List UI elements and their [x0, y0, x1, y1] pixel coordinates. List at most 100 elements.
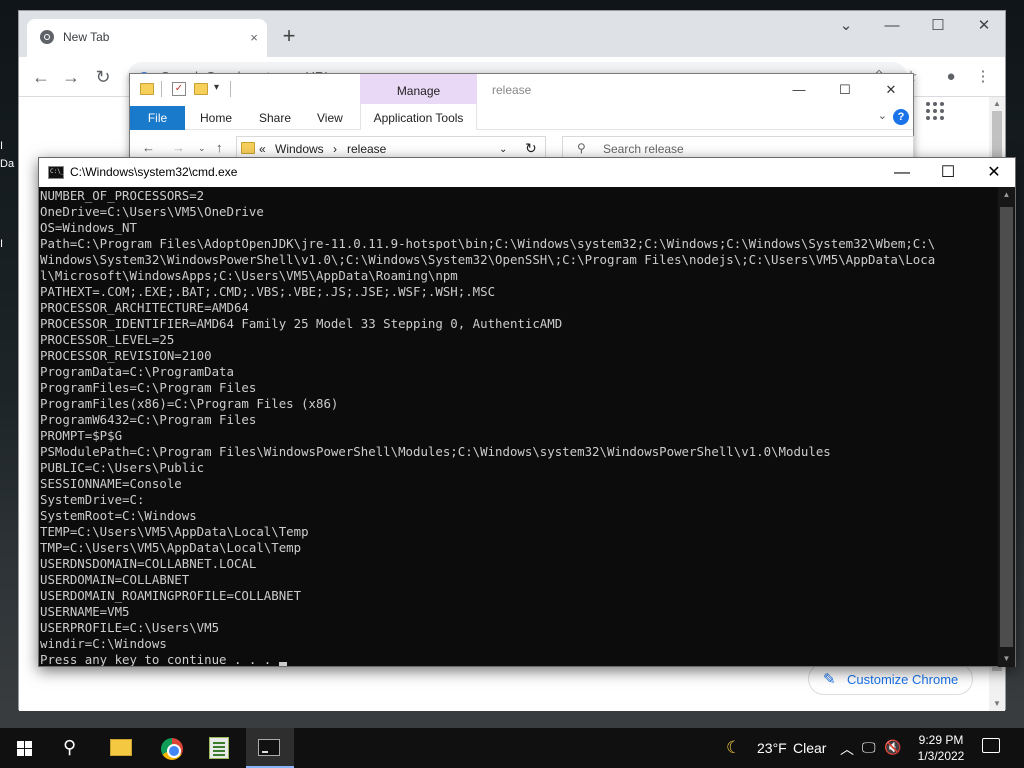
address-dropdown-icon[interactable]: ⌄ — [499, 144, 507, 155]
scroll-down-icon[interactable]: ▼ — [989, 697, 1005, 711]
show-hidden-icons-chevron-icon[interactable]: ︿ — [840, 739, 854, 759]
chrome-close-button[interactable]: ✕ — [961, 11, 1007, 41]
cmd-scroll-down-icon[interactable]: ▼ — [998, 651, 1015, 667]
back-arrow-icon[interactable]: ← — [29, 65, 53, 89]
cmd-output-line: USERDOMAIN_ROAMINGPROFILE=COLLABNET — [40, 588, 302, 603]
qat-dropdown-icon[interactable]: ▾ — [214, 82, 219, 93]
system-clock[interactable]: 9:29 PM 1/3/2022 — [906, 732, 976, 764]
volume-muted-icon[interactable]: 🔇 — [884, 739, 901, 756]
notepad-icon — [209, 737, 229, 759]
manage-contextual-tab[interactable]: Manage — [360, 74, 477, 104]
cmd-output-line: Windows\System32\WindowsPowerShell\v1.0\… — [40, 252, 936, 267]
cmd-app-icon[interactable] — [48, 166, 64, 179]
search-icon: ⚲ — [63, 737, 77, 757]
cmd-output-line: PROCESSOR_LEVEL=25 — [40, 332, 175, 347]
taskbar-search-button[interactable]: ⚲ — [48, 728, 96, 768]
cmd-output-line: ProgramFiles(x86)=C:\Program Files (x86) — [40, 396, 339, 411]
customize-chrome-label: Customize Chrome — [847, 672, 959, 687]
ribbon-tab-file[interactable]: File — [130, 106, 185, 130]
chrome-logo-icon — [40, 30, 54, 44]
cmd-output-line: PUBLIC=C:\Users\Public — [40, 460, 205, 475]
up-arrow-icon[interactable]: ↑ — [216, 140, 223, 155]
desktop-icon-label-fragment[interactable]: I — [0, 238, 3, 250]
ribbon-tab-view[interactable]: View — [317, 111, 343, 125]
cmd-window: C:\Windows\system32\cmd.exe — ☐ ✕ NUMBER… — [38, 157, 1016, 667]
weather-moon-icon[interactable]: ☾ — [726, 738, 741, 758]
cmd-output-line: USERDOMAIN=COLLABNET — [40, 572, 190, 587]
separator — [161, 81, 162, 97]
desktop-icon-label-fragment[interactable]: I — [0, 140, 3, 152]
cmd-minimize-button[interactable]: — — [879, 158, 925, 187]
cmd-output-line: PROCESSOR_REVISION=2100 — [40, 348, 212, 363]
explorer-close-button[interactable]: ✕ — [868, 78, 914, 102]
chrome-maximize-button[interactable]: ☐ — [915, 11, 961, 41]
cmd-maximize-button[interactable]: ☐ — [925, 158, 971, 187]
cmd-output-line: SESSIONNAME=Console — [40, 476, 182, 491]
desktop-icon-label-fragment[interactable]: Da — [0, 158, 14, 170]
new-tab-button[interactable]: + — [277, 25, 301, 49]
cmd-scrollbar-thumb[interactable] — [1000, 207, 1013, 647]
recent-locations-icon[interactable]: ⌄ — [198, 143, 206, 154]
search-icon: ⚲ — [577, 141, 586, 155]
cmd-scroll-up-icon[interactable]: ▲ — [998, 187, 1015, 203]
properties-checkmark-icon[interactable]: ✓ — [172, 82, 186, 96]
file-explorer-icon — [110, 739, 132, 756]
explorer-maximize-button[interactable]: ☐ — [822, 78, 868, 102]
cmd-output-line: l\Microsoft\WindowsApps;C:\Users\VM5\App… — [40, 268, 458, 283]
explorer-forward-icon[interactable]: → — [172, 140, 185, 155]
explorer-window-title: release — [492, 83, 532, 97]
scroll-up-icon[interactable]: ▲ — [989, 97, 1005, 111]
cmd-prompt-line: Press any key to continue . . . — [40, 652, 999, 666]
taskbar-notepad-plus-plus[interactable] — [196, 728, 244, 768]
taskbar-cmd[interactable] — [246, 728, 294, 768]
weather-temperature[interactable]: 23°F — [757, 740, 787, 756]
cmd-titlebar[interactable]: C:\Windows\system32\cmd.exe — ☐ ✕ — [39, 158, 1015, 187]
google-apps-icon[interactable] — [926, 102, 946, 122]
cmd-close-button[interactable]: ✕ — [971, 158, 1017, 187]
forward-arrow-icon[interactable]: → — [59, 65, 83, 89]
cmd-output-line: PROMPT=$P$G — [40, 428, 123, 443]
new-folder-icon[interactable] — [194, 83, 208, 95]
ribbon-expand-chevron-icon[interactable]: ⌄ — [878, 109, 887, 122]
help-icon[interactable]: ? — [893, 109, 909, 125]
breadcrumb-windows[interactable]: Windows — [275, 142, 324, 156]
start-button[interactable] — [0, 728, 48, 768]
weather-condition[interactable]: Clear — [793, 740, 826, 756]
breadcrumb-release[interactable]: release — [347, 142, 386, 156]
cmd-output-line: OneDrive=C:\Users\VM5\OneDrive — [40, 204, 264, 219]
customize-chrome-button[interactable]: ✎ Customize Chrome — [808, 663, 973, 695]
chrome-tab-search-icon[interactable]: ⌄ — [823, 11, 869, 41]
taskbar-chrome[interactable] — [148, 728, 196, 768]
explorer-minimize-button[interactable]: — — [776, 78, 822, 102]
explorer-ribbon-tabs: File Home Share View Application Tools ⌄… — [130, 104, 913, 130]
cmd-window-title: C:\Windows\system32\cmd.exe — [70, 165, 238, 179]
ribbon-tab-application-tools[interactable]: Application Tools — [360, 104, 477, 130]
cmd-output-line: windir=C:\Windows — [40, 636, 167, 651]
breadcrumb-separator-icon[interactable]: › — [333, 142, 337, 156]
cmd-scrollbar[interactable]: ▲ ▼ — [998, 187, 1015, 667]
explorer-search-placeholder: Search release — [603, 142, 684, 156]
chrome-tab-new-tab[interactable]: New Tab × — [27, 19, 267, 57]
breadcrumb-overflow[interactable]: « — [259, 142, 266, 156]
tab-close-icon[interactable]: × — [245, 29, 263, 47]
reload-icon[interactable]: ↻ — [91, 65, 115, 89]
cmd-prompt-text: Press any key to continue . . . — [40, 652, 279, 666]
ribbon-tab-share[interactable]: Share — [259, 111, 291, 125]
taskbar-file-explorer[interactable] — [98, 728, 146, 768]
ribbon-tab-home[interactable]: Home — [200, 111, 232, 125]
network-icon[interactable]: 🖵 — [862, 739, 876, 756]
cmd-output-line: PATHEXT=.COM;.EXE;.BAT;.CMD;.VBS;.VBE;.J… — [40, 284, 496, 299]
refresh-icon[interactable]: ↻ — [525, 140, 537, 157]
chrome-menu-icon[interactable]: ⋮ — [971, 65, 995, 89]
chrome-icon — [161, 738, 183, 760]
cmd-output-line: ProgramFiles=C:\Program Files — [40, 380, 257, 395]
action-center-icon[interactable] — [982, 738, 1000, 753]
profile-avatar-icon[interactable]: ● — [939, 65, 963, 89]
chrome-minimize-button[interactable]: — — [869, 11, 915, 41]
cmd-console-output[interactable]: NUMBER_OF_PROCESSORS=2 OneDrive=C:\Users\… — [39, 188, 999, 666]
cmd-output-line: PSModulePath=C:\Program Files\WindowsPow… — [40, 444, 831, 459]
cmd-output-line: Path=C:\Program Files\AdoptOpenJDK\jre-1… — [40, 236, 936, 251]
separator — [230, 81, 231, 97]
explorer-back-icon[interactable]: ← — [142, 140, 155, 155]
cmd-output-line: ProgramData=C:\ProgramData — [40, 364, 234, 379]
